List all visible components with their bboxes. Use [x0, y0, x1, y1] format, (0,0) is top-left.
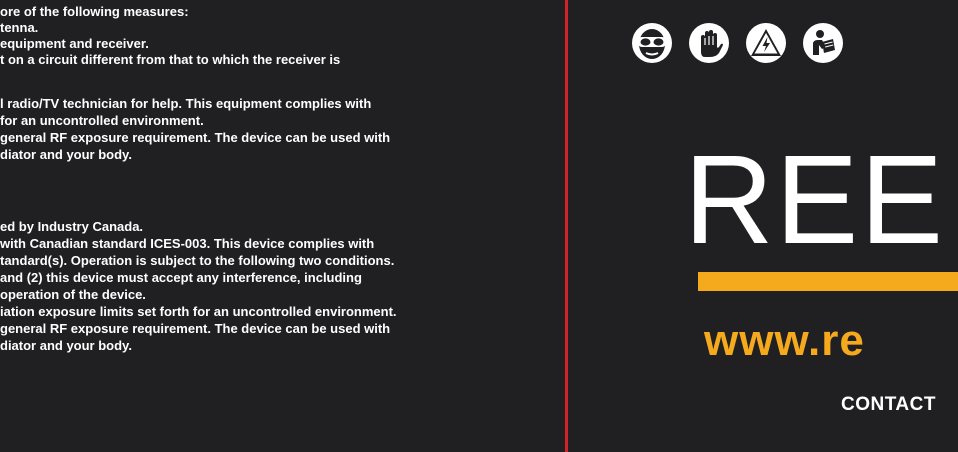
gloves-icon	[688, 22, 730, 64]
compliance-line: diator and your body.	[0, 147, 132, 162]
compliance-line: general RF exposure requirement. The dev…	[0, 321, 391, 336]
read-manual-icon	[802, 22, 844, 64]
compliance-line: l radio/TV technician for help. This equ…	[0, 96, 372, 111]
compliance-line: diator and your body.	[0, 338, 132, 353]
compliance-line: tandard(s). Operation is subject to the …	[0, 253, 395, 268]
contact-label: CONTACT	[841, 394, 936, 415]
high-voltage-warning-icon	[745, 22, 787, 64]
compliance-line: for an uncontrolled environment.	[0, 113, 204, 128]
brand-panel: REE www.re CONTACT	[568, 0, 958, 452]
brand-wordmark: REE	[684, 129, 945, 271]
website-url[interactable]: www.re	[704, 316, 865, 366]
compliance-line: general RF exposure requirement. The dev…	[0, 130, 391, 145]
compliance-line: tenna.	[0, 20, 39, 35]
compliance-line: with Canadian standard ICES-003. This de…	[0, 236, 375, 251]
compliance-line: iation exposure limits set forth for an …	[0, 304, 397, 319]
safety-glasses-icon	[631, 22, 673, 64]
compliance-line: equipment and receiver.	[0, 36, 149, 51]
accent-bar	[698, 272, 958, 291]
compliance-line: t on a circuit different from that to wh…	[0, 52, 341, 67]
compliance-text-panel: ore of the following measures: tenna. eq…	[0, 0, 565, 452]
compliance-line: and (2) this device must accept any inte…	[0, 270, 362, 285]
compliance-line: ore of the following measures:	[0, 4, 189, 19]
compliance-line: operation of the device.	[0, 287, 146, 302]
compliance-line: ed by Industry Canada.	[0, 219, 144, 234]
